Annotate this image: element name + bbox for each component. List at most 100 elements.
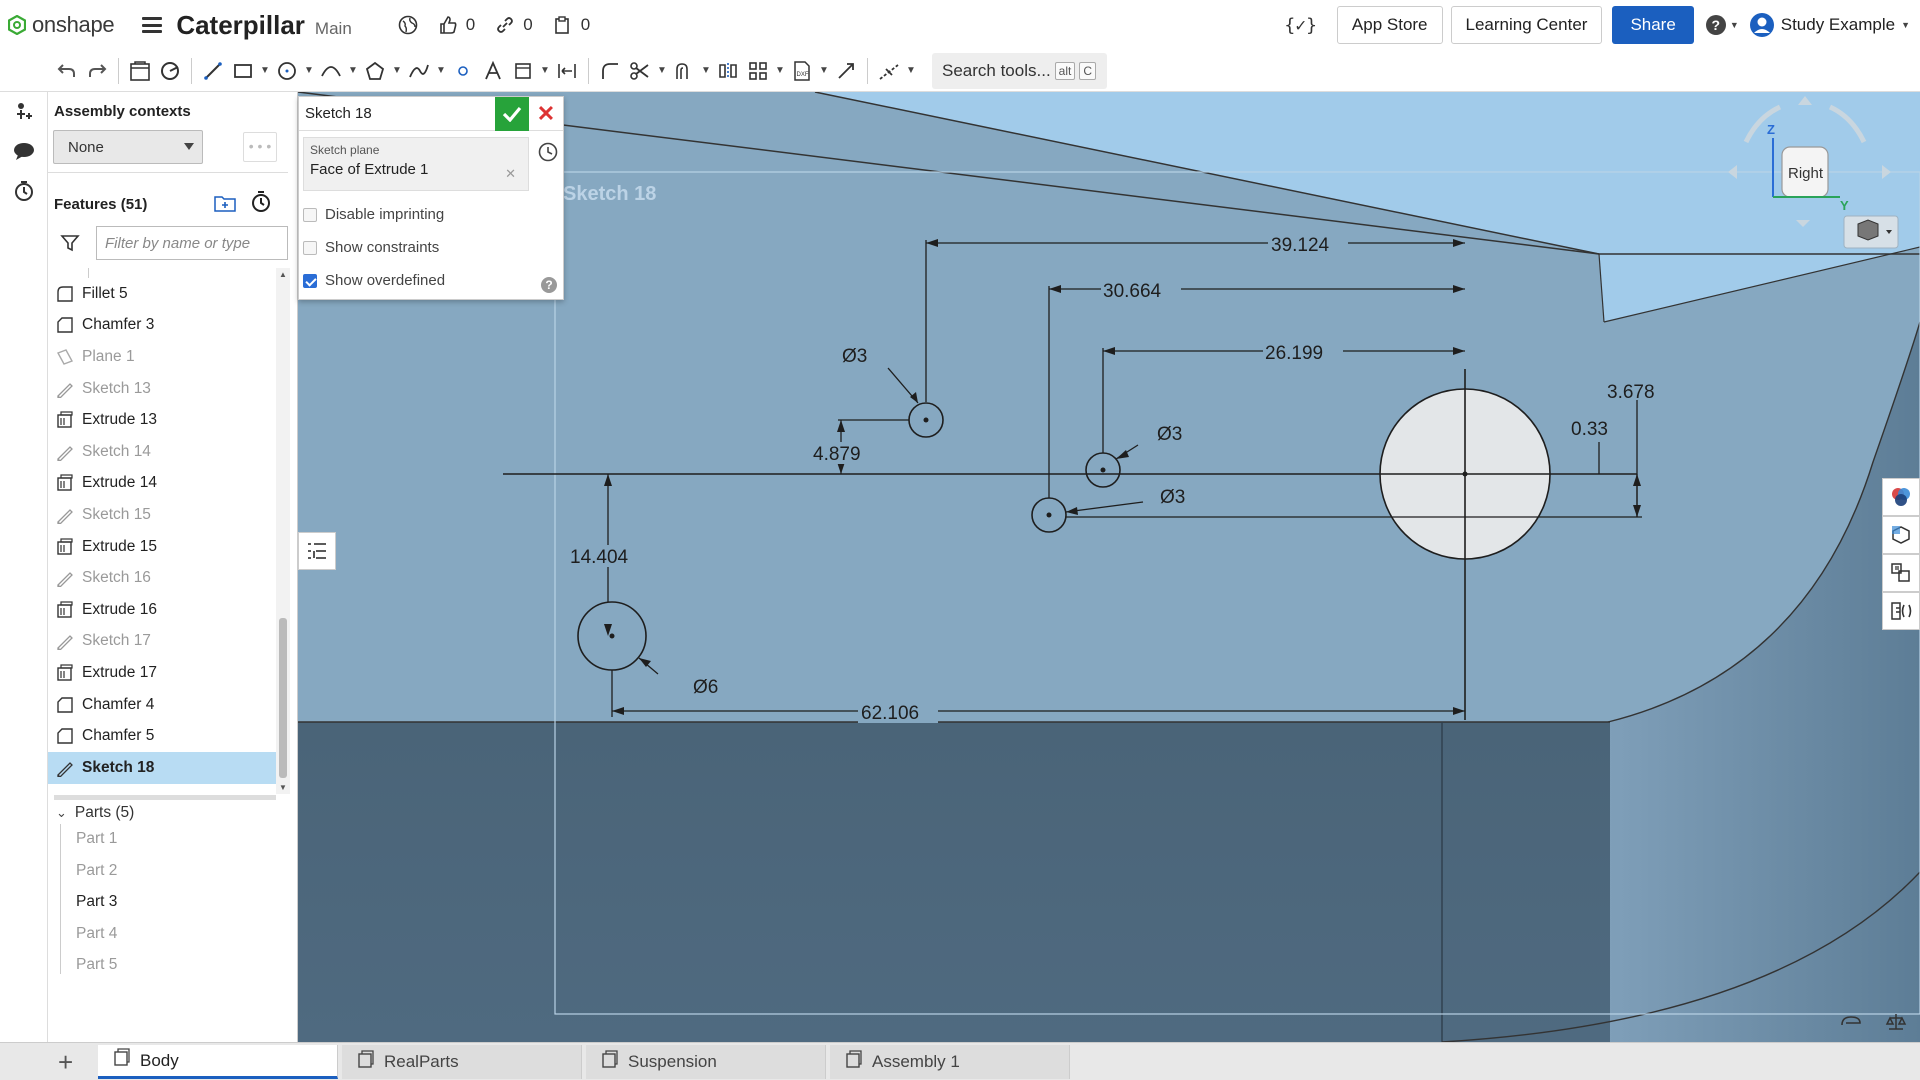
sketch-plane-field[interactable]: Sketch plane Face of Extrude 1 ✕ [303,137,529,191]
feature-item[interactable]: Chamfer 4 [48,689,276,721]
dimension-icon[interactable] [552,56,582,86]
links-button[interactable]: 0 [495,15,533,35]
part-item[interactable]: Part 1 [76,830,117,848]
trim-dropdown-icon[interactable]: ▼ [655,65,669,76]
like-button[interactable]: 0 [438,15,475,35]
feature-item[interactable]: Extrude 14 [48,468,276,500]
construction-icon[interactable] [874,56,904,86]
tab-realparts[interactable]: RealParts [342,1045,582,1079]
image-icon[interactable] [508,56,538,86]
cancel-button[interactable]: ✕ [529,97,563,131]
public-globe-icon[interactable] [398,15,418,35]
rollback-icon[interactable] [537,141,559,168]
menu-icon[interactable] [142,17,163,33]
feature-item[interactable]: Sketch 15 [48,499,276,531]
image-dropdown-icon[interactable]: ▼ [538,65,552,76]
feature-item[interactable]: Plane 1 [48,341,276,373]
help-icon[interactable]: ? ▼ [1705,15,1739,35]
trim-icon[interactable] [625,56,655,86]
display-mode-button[interactable] [1843,215,1899,249]
share-button[interactable]: Share [1612,6,1694,44]
learning-center-button[interactable]: Learning Center [1450,6,1603,44]
part-item[interactable]: Part 4 [76,925,117,943]
spline-dropdown-icon[interactable]: ▼ [434,65,448,76]
add-folder-icon[interactable] [213,192,237,219]
parts-header[interactable]: ⌄ Parts (5) [56,804,134,822]
spline-icon[interactable] [404,56,434,86]
feature-item[interactable]: Extrude 15 [48,531,276,563]
units-icon[interactable] [1840,1013,1862,1034]
help-icon[interactable]: ? [541,277,557,293]
measure-tool[interactable] [1882,592,1920,630]
accept-button[interactable] [495,96,529,131]
workspace-name[interactable]: Main [315,19,352,39]
rectangle-icon[interactable] [228,56,258,86]
user-menu[interactable]: Study Example ▼ [1749,12,1910,38]
feature-item[interactable]: Extrude 17 [48,657,276,689]
explode-view-tool[interactable] [1882,554,1920,592]
feature-item[interactable]: Fillet 5 [48,278,276,310]
feature-filter-input[interactable]: Filter by name or type [96,226,288,260]
part-item[interactable]: Part 3 [76,893,117,911]
polygon-icon[interactable] [360,56,390,86]
feature-item[interactable]: Sketch 16 [48,562,276,594]
rectangle-dropdown-icon[interactable]: ▼ [258,65,272,76]
feature-item[interactable]: Sketch 14 [48,436,276,468]
tab-body[interactable]: Body [98,1045,338,1079]
feature-item[interactable]: Chamfer 5 [48,720,276,752]
use-icon[interactable] [155,56,185,86]
dxf-icon[interactable]: DXF [787,56,817,86]
feature-manager-icon[interactable] [125,56,155,86]
fillet-icon[interactable] [595,56,625,86]
scrollbar-thumb[interactable] [279,618,287,778]
variables-icon[interactable]: {✓} [1284,15,1317,36]
document-title[interactable]: Caterpillar [176,10,305,41]
circle-dropdown-icon[interactable]: ▼ [302,65,316,76]
rollback-timer-icon[interactable] [250,190,272,219]
more-options-button[interactable]: • • • [243,132,277,162]
onshape-logo[interactable]: onshape [8,12,115,38]
offset-dropdown-icon[interactable]: ▼ [699,65,713,76]
disable-imprinting-checkbox[interactable]: Disable imprinting [303,206,444,223]
feature-item[interactable]: Extrude 13 [48,404,276,436]
arc-dropdown-icon[interactable]: ▼ [346,65,360,76]
show-overdefined-checkbox[interactable]: Show overdefined [303,272,445,289]
add-tab-button[interactable]: + [58,1047,73,1077]
undo-icon[interactable] [52,56,82,86]
filter-icon[interactable] [60,233,80,258]
arc-icon[interactable] [316,56,346,86]
offset-icon[interactable] [669,56,699,86]
assembly-context-select[interactable]: None [53,130,203,164]
part-item[interactable]: Part 2 [76,862,117,880]
section-view-tool[interactable] [1882,516,1920,554]
construction-dropdown-icon[interactable]: ▼ [904,65,918,76]
search-tools-input[interactable]: Search tools... alt C [932,52,1107,89]
appearance-tool[interactable] [1882,478,1920,516]
part-item[interactable]: Part 5 [76,956,117,974]
history-icon[interactable] [0,171,48,211]
feature-item[interactable]: Chamfer 3 [48,310,276,342]
dxf-dropdown-icon[interactable]: ▼ [817,65,831,76]
point-icon[interactable] [448,56,478,86]
polygon-dropdown-icon[interactable]: ▼ [390,65,404,76]
insert-icon[interactable] [0,91,48,131]
mirror-icon[interactable] [713,56,743,86]
show-constraints-checkbox[interactable]: Show constraints [303,239,439,256]
text-icon[interactable] [478,56,508,86]
comments-icon[interactable] [0,131,48,171]
mass-properties-icon[interactable] [1885,1011,1907,1038]
circle-icon[interactable] [272,56,302,86]
feature-item[interactable]: Extrude 16 [48,594,276,626]
pattern-dropdown-icon[interactable]: ▼ [773,65,787,76]
feature-item[interactable]: Sketch 18 [48,751,276,784]
feature-list-scrollbar[interactable]: ▲ ▼ [276,268,290,794]
line-icon[interactable] [198,56,228,86]
feature-item[interactable]: Sketch 13 [48,373,276,405]
sketch-list-toggle[interactable] [298,532,336,570]
app-store-button[interactable]: App Store [1336,6,1443,44]
clear-icon[interactable]: ✕ [505,166,516,182]
tab-suspension[interactable]: Suspension [586,1045,826,1079]
feature-item[interactable]: Sketch 17 [48,626,276,658]
pattern-icon[interactable] [743,56,773,86]
copies-button[interactable]: 0 [553,15,590,35]
